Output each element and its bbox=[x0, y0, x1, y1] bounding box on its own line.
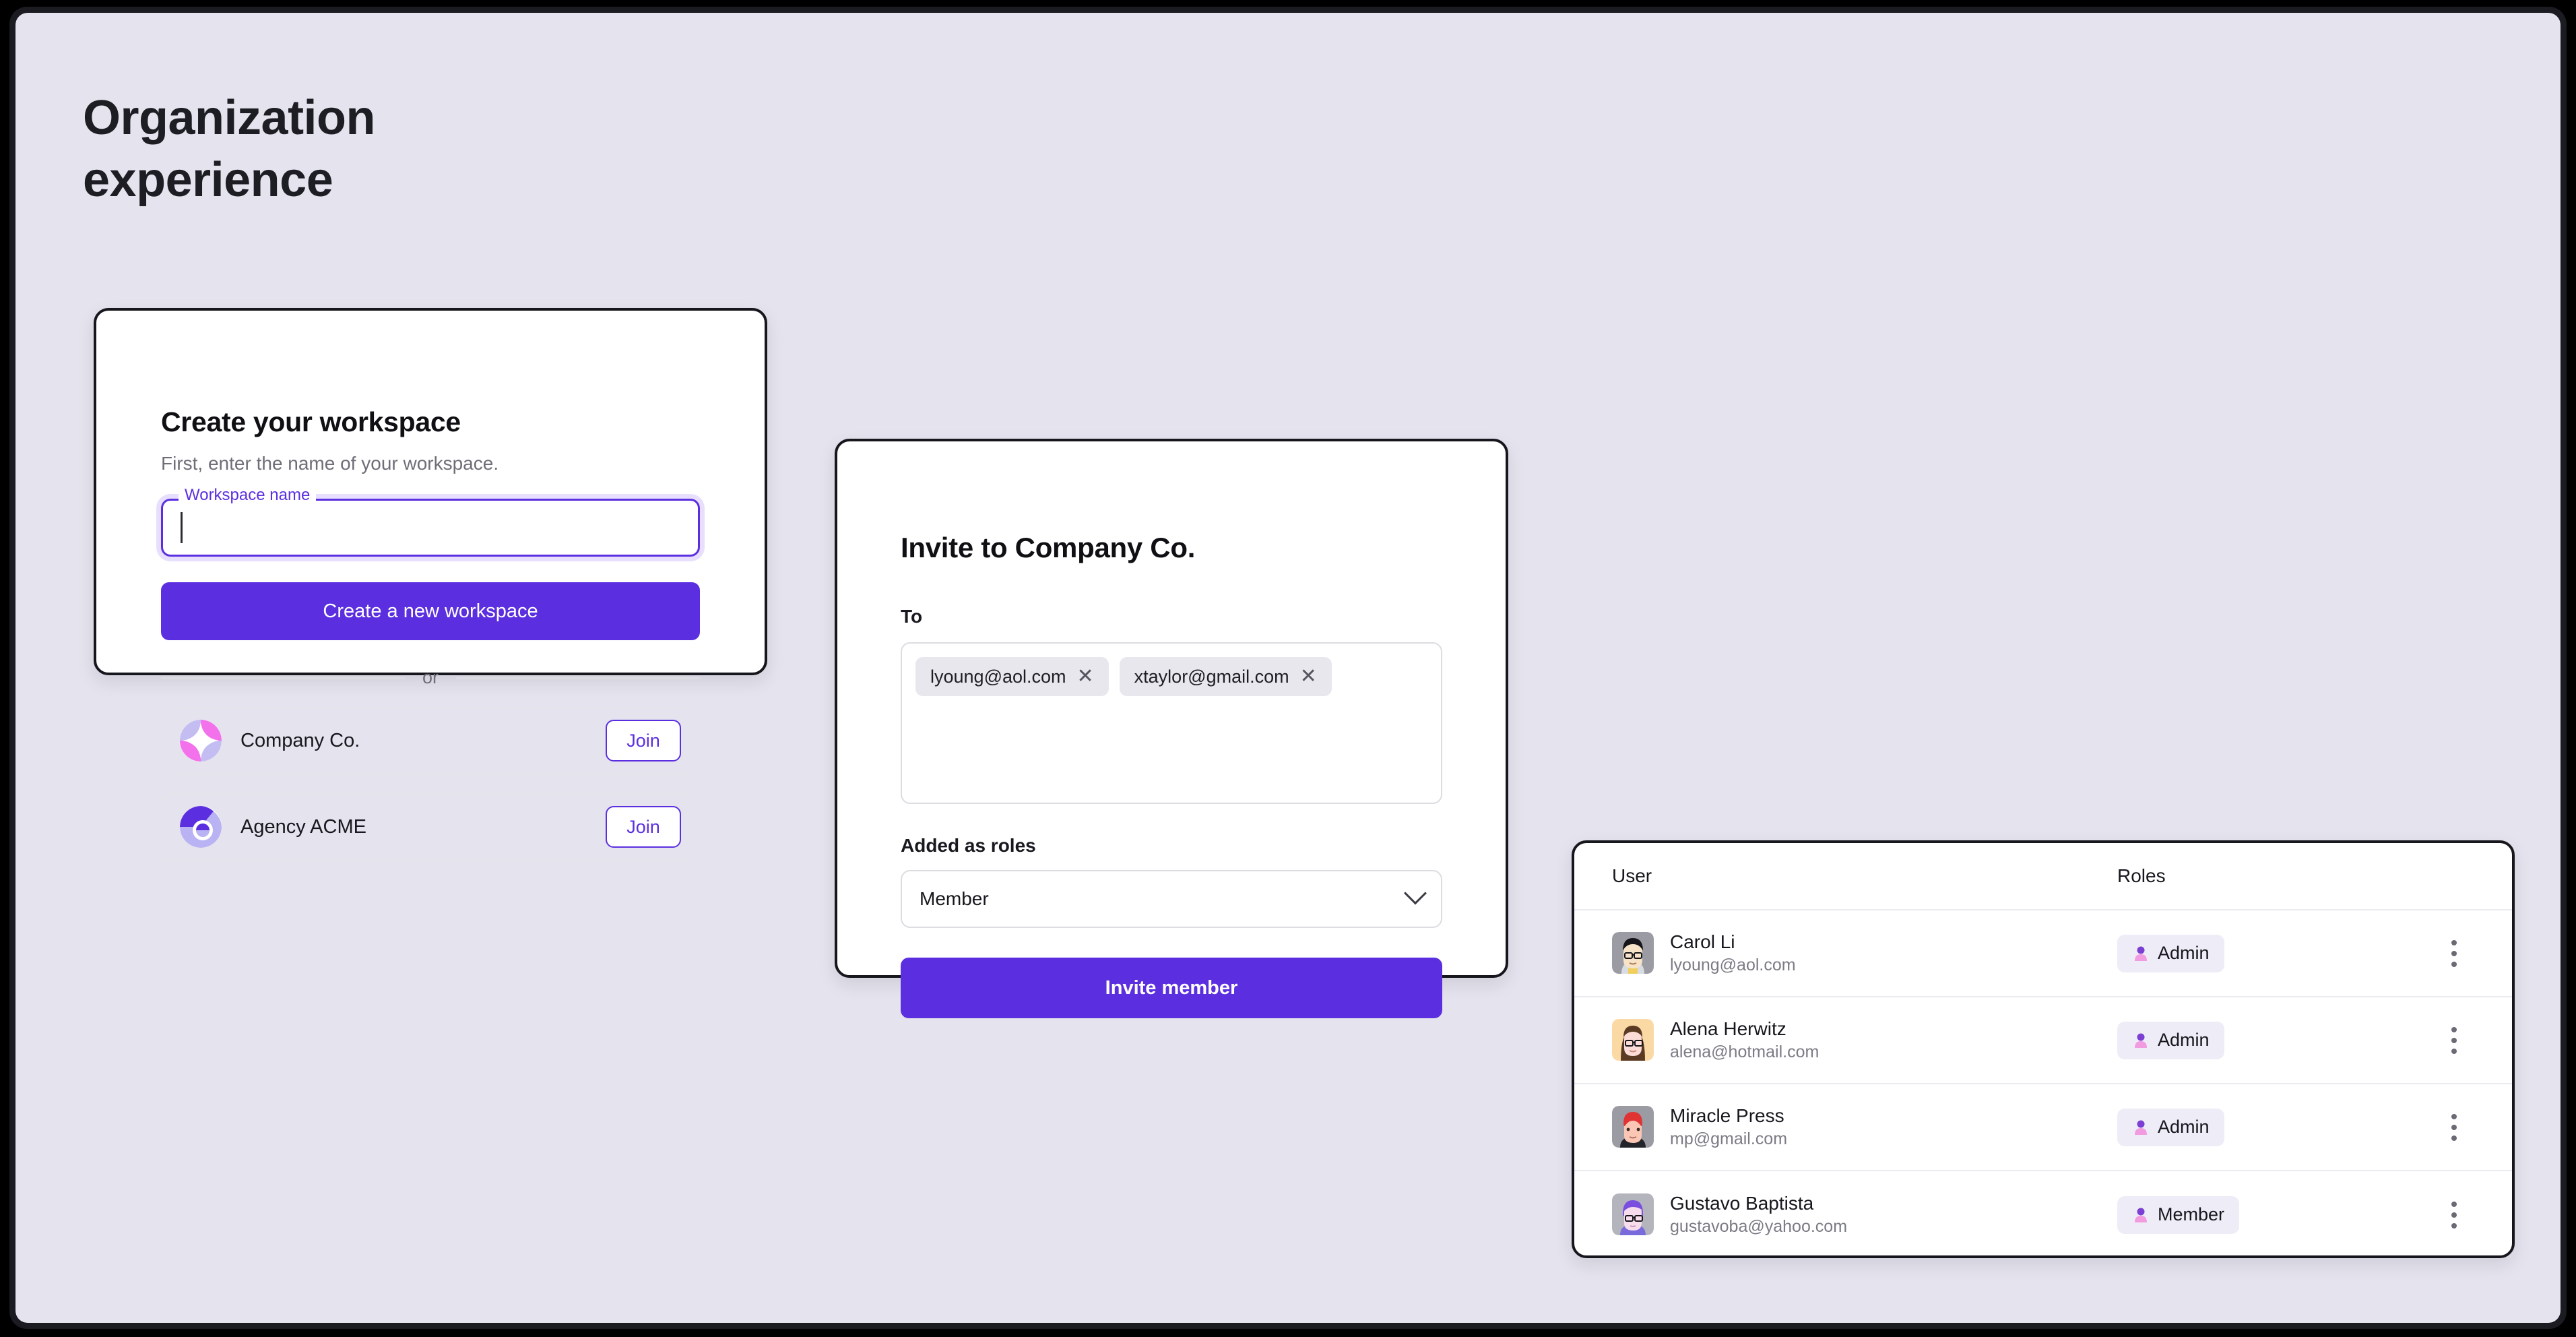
divider-label: or bbox=[422, 667, 439, 687]
table-row[interactable]: Gustavo Baptista gustavoba@yahoo.com Mem… bbox=[1574, 1171, 2512, 1255]
join-button-agency-acme[interactable]: Join bbox=[606, 806, 681, 848]
create-new-workspace-button[interactable]: Create a new workspace bbox=[161, 582, 700, 640]
page-title-line-2: experience bbox=[83, 153, 333, 208]
user-name: Alena Herwitz bbox=[1670, 1018, 1786, 1039]
role-label: Admin bbox=[2158, 1117, 2210, 1137]
user-cell: Carol Li lyoung@aol.com bbox=[1612, 930, 2117, 977]
create-workspace-heading: Create your workspace bbox=[161, 406, 461, 437]
divider-line-left bbox=[161, 677, 405, 679]
person-icon bbox=[2135, 1120, 2147, 1135]
organization-row-agency-acme[interactable]: Agency ACME Join bbox=[161, 793, 700, 861]
company-co-star-logo-icon bbox=[180, 720, 222, 761]
close-icon[interactable]: ✕ bbox=[1077, 666, 1094, 687]
avatar bbox=[1612, 1019, 1654, 1061]
role-label: Admin bbox=[2158, 1030, 2210, 1050]
create-workspace-subheading: First, enter the name of your workspace. bbox=[161, 453, 499, 474]
table-header: User Roles bbox=[1574, 843, 2512, 910]
join-button-company-co[interactable]: Join bbox=[606, 720, 681, 761]
text-cursor bbox=[181, 512, 183, 543]
workspace-name-input[interactable] bbox=[161, 499, 700, 557]
page-title: Organization experience bbox=[83, 87, 689, 211]
more-vertical-icon[interactable] bbox=[2434, 1026, 2474, 1054]
workspace-name-label: Workspace name bbox=[179, 487, 317, 503]
role-cell: Member bbox=[2117, 1195, 2434, 1234]
page-canvas: Organization experience Create your work… bbox=[15, 13, 2561, 1323]
chevron-down-icon bbox=[1404, 881, 1427, 905]
recipient-email: lyoung@aol.com bbox=[930, 666, 1066, 687]
role-badge[interactable]: Member bbox=[2117, 1195, 2240, 1234]
invite-card-title: Invite to Company Co. bbox=[901, 532, 1196, 563]
more-vertical-icon[interactable] bbox=[2434, 1201, 2474, 1229]
role-badge[interactable]: Admin bbox=[2117, 1108, 2224, 1146]
recipient-chip[interactable]: lyoung@aol.com ✕ bbox=[915, 657, 1109, 696]
user-name: Carol Li bbox=[1670, 931, 1735, 952]
user-name: Miracle Press bbox=[1670, 1105, 1784, 1126]
organization-row-company-co[interactable]: Company Co. Join bbox=[161, 707, 700, 774]
close-icon[interactable]: ✕ bbox=[1300, 666, 1317, 687]
user-email: lyoung@aol.com bbox=[1670, 956, 1796, 975]
recipients-input[interactable]: lyoung@aol.com ✕ xtaylor@gmail.com ✕ bbox=[901, 642, 1442, 804]
organization-name: Company Co. bbox=[240, 729, 360, 751]
role-select-value: Member bbox=[920, 888, 989, 909]
role-label: Member bbox=[2158, 1204, 2225, 1224]
avatar bbox=[1612, 932, 1654, 974]
create-workspace-card: Create your workspace First, enter the n… bbox=[94, 308, 767, 861]
user-email: alena@hotmail.com bbox=[1670, 1043, 1820, 1062]
table-row[interactable]: Alena Herwitz alena@hotmail.com Admin bbox=[1574, 997, 2512, 1084]
members-table-card: User Roles Carol Li lyoung@aol.com Admin… bbox=[1572, 840, 2515, 1258]
role-cell: Admin bbox=[2117, 934, 2434, 972]
more-vertical-icon[interactable] bbox=[2434, 1113, 2474, 1141]
to-label: To bbox=[901, 606, 923, 627]
person-icon bbox=[2135, 1033, 2147, 1048]
user-cell: Miracle Press mp@gmail.com bbox=[1612, 1104, 2117, 1151]
table-row[interactable]: Carol Li lyoung@aol.com Admin bbox=[1574, 910, 2512, 997]
person-icon bbox=[2135, 946, 2147, 961]
user-cell: Alena Herwitz alena@hotmail.com bbox=[1612, 1017, 2117, 1064]
divider-or: or bbox=[161, 667, 701, 688]
page-title-line-1: Organization bbox=[83, 91, 376, 145]
avatar bbox=[1612, 1193, 1654, 1236]
avatar bbox=[1612, 1106, 1654, 1148]
workspace-name-field-wrapper: Workspace name bbox=[161, 487, 700, 557]
role-select[interactable]: Member bbox=[901, 870, 1442, 928]
organization-name: Agency ACME bbox=[240, 815, 366, 838]
roles-label: Added as roles bbox=[901, 835, 1036, 856]
role-label: Admin bbox=[2158, 943, 2210, 963]
table-row[interactable]: Miracle Press mp@gmail.com Admin bbox=[1574, 1084, 2512, 1171]
user-email: mp@gmail.com bbox=[1670, 1129, 1788, 1149]
recipient-email: xtaylor@gmail.com bbox=[1134, 666, 1289, 687]
role-badge[interactable]: Admin bbox=[2117, 934, 2224, 972]
user-cell: Gustavo Baptista gustavoba@yahoo.com bbox=[1612, 1191, 2117, 1239]
user-email: gustavoba@yahoo.com bbox=[1670, 1217, 1848, 1237]
agency-acme-ring-logo-icon bbox=[180, 806, 222, 848]
more-vertical-icon[interactable] bbox=[2434, 939, 2474, 967]
column-header-user: User bbox=[1612, 865, 1652, 886]
invite-member-button[interactable]: Invite member bbox=[901, 958, 1442, 1018]
role-badge[interactable]: Admin bbox=[2117, 1021, 2224, 1059]
invite-card: Invite to Company Co. To lyoung@aol.com … bbox=[835, 439, 1508, 1018]
browser-window-frame: Organization experience Create your work… bbox=[9, 7, 2567, 1329]
column-header-roles: Roles bbox=[2117, 865, 2166, 886]
person-icon bbox=[2135, 1208, 2147, 1222]
role-cell: Admin bbox=[2117, 1108, 2434, 1146]
recipient-chip[interactable]: xtaylor@gmail.com ✕ bbox=[1119, 657, 1332, 696]
divider-line-right bbox=[456, 677, 701, 679]
user-name: Gustavo Baptista bbox=[1670, 1192, 1814, 1214]
role-cell: Admin bbox=[2117, 1021, 2434, 1059]
